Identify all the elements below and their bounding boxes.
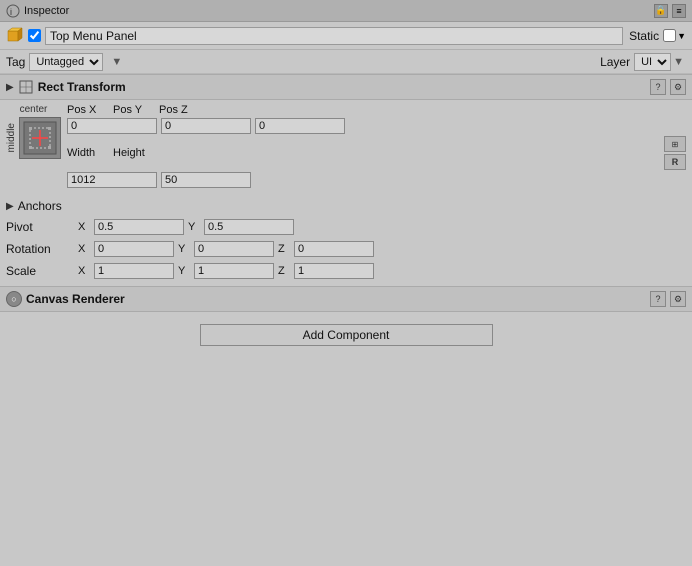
- middle-label: middle: [6, 123, 17, 152]
- static-label: Static: [629, 29, 659, 43]
- scale-row: Scale X Y Z: [0, 260, 692, 282]
- rect-widget: center middle: [6, 104, 61, 159]
- tag-select[interactable]: Untagged: [29, 53, 103, 71]
- inspector-icon: i: [6, 4, 20, 18]
- rect-transform-widget[interactable]: [19, 117, 61, 159]
- pivot-y-axis-label: Y: [188, 221, 200, 233]
- rect-transform-menu-btn[interactable]: ⚙: [670, 79, 686, 95]
- inspector-panel: Static ▼ Tag Untagged ▼ Layer UI ▼ ▶ Rec…: [0, 22, 692, 566]
- rotation-z-input[interactable]: [294, 241, 374, 257]
- blueprint-btn[interactable]: ⊞: [664, 136, 686, 152]
- scale-y-axis-label: Y: [178, 265, 190, 277]
- rot-y-axis-label: Y: [178, 243, 190, 255]
- pivot-x-axis-label: X: [78, 221, 90, 233]
- scale-x-axis-label: X: [78, 265, 90, 277]
- lock-button[interactable]: 🔒: [654, 4, 668, 18]
- middle-label-col: middle: [6, 123, 17, 152]
- rotation-y-input[interactable]: [194, 241, 274, 257]
- rect-transform-body: center middle: [0, 100, 692, 196]
- anchors-row: ▶ Anchors: [0, 196, 692, 216]
- scale-x-input[interactable]: [94, 263, 174, 279]
- canvas-renderer-icon: ○: [6, 291, 22, 307]
- anchors-label: Anchors: [18, 199, 62, 213]
- rect-transform-help-btn[interactable]: ?: [650, 79, 666, 95]
- rotation-x-input[interactable]: [94, 241, 174, 257]
- height-label: Height: [113, 147, 155, 159]
- canvas-renderer-menu-btn[interactable]: ⚙: [670, 291, 686, 307]
- menu-button[interactable]: ≡: [672, 4, 686, 18]
- add-component-area: Add Component: [0, 312, 692, 358]
- object-header: Static ▼: [0, 22, 692, 50]
- width-input[interactable]: [67, 172, 157, 188]
- pos-fields: Pos X Pos Y Pos Z Width Height ⊞ R: [67, 104, 686, 190]
- canvas-renderer-title: Canvas Renderer: [26, 292, 650, 306]
- rect-transform-header: ▶ Rect Transform ? ⚙: [0, 74, 692, 100]
- static-area: Static ▼: [629, 29, 686, 43]
- pos-z-label: Pos Z: [159, 104, 201, 116]
- pos-x-label: Pos X: [67, 104, 109, 116]
- rect-transform-actions: ? ⚙: [650, 79, 686, 95]
- pivot-x-input[interactable]: [94, 219, 184, 235]
- scale-label: Scale: [6, 264, 74, 278]
- scale-z-input[interactable]: [294, 263, 374, 279]
- rect-transform-icon: [18, 79, 34, 95]
- static-dropdown-arrow[interactable]: ▼: [677, 31, 686, 41]
- pos-y-input[interactable]: [161, 118, 251, 134]
- rect-transform-arrow[interactable]: ▶: [6, 82, 14, 93]
- width-label: Width: [67, 147, 109, 159]
- wh-inputs: [67, 172, 686, 188]
- title-bar: i Inspector 🔒 ≡: [0, 0, 692, 22]
- height-input[interactable]: [161, 172, 251, 188]
- object-name-field[interactable]: [45, 27, 623, 45]
- svg-text:i: i: [10, 7, 12, 17]
- wh-labels: Width Height ⊞ R: [67, 136, 686, 170]
- center-label: center: [20, 104, 48, 115]
- layer-arrow-icon: ▼: [673, 56, 684, 68]
- active-checkbox[interactable]: [28, 29, 41, 42]
- canvas-renderer-help-btn[interactable]: ?: [650, 291, 666, 307]
- pos-layout: center middle: [6, 104, 686, 190]
- blueprint-btns: ⊞ R: [664, 136, 686, 170]
- pos-x-input[interactable]: [67, 118, 157, 134]
- pivot-y-input[interactable]: [204, 219, 294, 235]
- rot-x-axis-label: X: [78, 243, 90, 255]
- pivot-label: Pivot: [6, 220, 74, 234]
- pos-y-label: Pos Y: [113, 104, 155, 116]
- rot-z-axis-label: Z: [278, 243, 290, 255]
- arrow-icon: ▼: [111, 56, 122, 68]
- scale-y-input[interactable]: [194, 263, 274, 279]
- pos-xyz-labels: Pos X Pos Y Pos Z: [67, 104, 686, 116]
- rotation-label: Rotation: [6, 242, 74, 256]
- tag-layer-row: Tag Untagged ▼ Layer UI ▼: [0, 50, 692, 74]
- add-component-button[interactable]: Add Component: [200, 324, 493, 346]
- rect-icon-middle: middle: [6, 117, 61, 159]
- tag-label: Tag: [6, 55, 25, 69]
- layer-select[interactable]: UI: [634, 53, 671, 71]
- static-checkbox[interactable]: [663, 29, 676, 42]
- canvas-renderer-header: ○ Canvas Renderer ? ⚙: [0, 286, 692, 312]
- pos-xyz-inputs: [67, 118, 686, 134]
- rect-transform-title: Rect Transform: [38, 80, 650, 94]
- r-btn[interactable]: R: [664, 154, 686, 170]
- rotation-row: Rotation X Y Z: [0, 238, 692, 260]
- title-bar-actions: 🔒 ≡: [654, 4, 686, 18]
- canvas-renderer-actions: ? ⚙: [650, 291, 686, 307]
- pivot-row: Pivot X Y: [0, 216, 692, 238]
- anchors-arrow[interactable]: ▶: [6, 201, 14, 212]
- title-bar-label: Inspector: [24, 5, 69, 17]
- object-icon: [6, 27, 24, 45]
- scale-z-axis-label: Z: [278, 265, 290, 277]
- layer-label: Layer: [600, 55, 630, 69]
- pos-z-input[interactable]: [255, 118, 345, 134]
